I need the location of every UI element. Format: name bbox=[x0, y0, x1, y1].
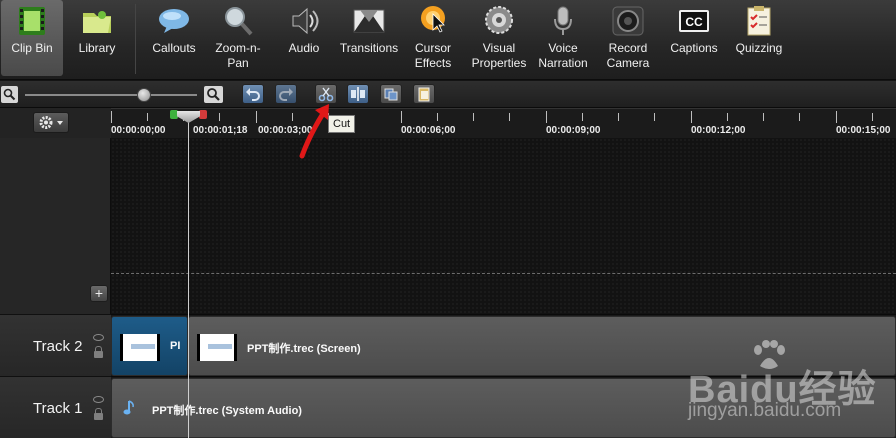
zoom-out-icon[interactable] bbox=[1, 86, 18, 103]
magnifier-icon bbox=[221, 4, 255, 38]
cursor-effects-button[interactable]: Cursor Effects bbox=[405, 0, 461, 76]
drop-zone-divider bbox=[111, 273, 896, 274]
lock-icon[interactable] bbox=[94, 346, 103, 358]
lock-icon[interactable] bbox=[94, 408, 103, 420]
clip-selected[interactable]: PI bbox=[111, 316, 188, 376]
tool-label-captions: Captions bbox=[670, 41, 718, 55]
voice-narration-button[interactable]: Voice Narration bbox=[532, 0, 594, 76]
svg-text:CC: CC bbox=[685, 15, 703, 29]
add-track-button[interactable]: + bbox=[90, 285, 108, 302]
camera-icon bbox=[611, 4, 645, 38]
track-name: Track 1 bbox=[33, 400, 83, 417]
speech-bubble-icon bbox=[157, 4, 191, 38]
tool-label-library: Library bbox=[78, 41, 116, 55]
captions-button[interactable]: CC Captions bbox=[664, 0, 724, 76]
checklist-icon bbox=[742, 4, 776, 38]
ruler-time-label: 00:00:00;00 bbox=[111, 125, 166, 136]
record-camera-button[interactable]: Record Camera bbox=[596, 0, 660, 76]
cursor-icon bbox=[416, 4, 450, 38]
microphone-icon bbox=[546, 4, 580, 38]
playhead-line bbox=[188, 120, 189, 438]
film-strip-icon bbox=[15, 4, 49, 38]
quizzing-button[interactable]: Quizzing bbox=[727, 0, 791, 76]
track-lane-track-2[interactable]: PI PPT制作.trec (Screen) bbox=[111, 314, 896, 376]
selection-end-handle[interactable] bbox=[199, 110, 207, 119]
visual-properties-button[interactable]: Visual Properties bbox=[465, 0, 533, 76]
tool-label-visual-properties: Visual Properties bbox=[471, 41, 527, 70]
speaker-icon bbox=[287, 4, 321, 38]
zoom-n-pan-button[interactable]: Zoom-n- Pan bbox=[207, 0, 269, 76]
library-button[interactable]: Library bbox=[66, 0, 128, 76]
clip-label: PPT制作.trec (Screen) bbox=[247, 343, 361, 355]
track-header-track-2[interactable]: Track 2 bbox=[0, 314, 111, 376]
tool-label-voice-narration: Voice Narration bbox=[538, 41, 588, 70]
folder-icon bbox=[80, 4, 114, 38]
callouts-button[interactable]: Callouts bbox=[142, 0, 206, 76]
annotation-arrow-icon bbox=[299, 104, 329, 159]
visibility-eye-icon[interactable] bbox=[93, 334, 104, 341]
timeline-settings-button[interactable] bbox=[33, 112, 69, 133]
copy-icon bbox=[384, 88, 398, 101]
tool-label-zoom-n-pan: Zoom-n- Pan bbox=[215, 41, 261, 70]
undo-icon bbox=[246, 88, 260, 101]
transition-icon bbox=[352, 4, 386, 38]
paste-button[interactable] bbox=[413, 84, 435, 104]
gear-wheel-icon bbox=[482, 4, 516, 38]
paste-icon bbox=[418, 87, 430, 102]
redo-icon bbox=[279, 88, 293, 101]
cc-icon: CC bbox=[677, 4, 711, 38]
tool-label-record-camera: Record Camera bbox=[606, 41, 650, 70]
toolbar-separator bbox=[135, 4, 136, 74]
clip-label: PI bbox=[170, 340, 181, 352]
split-icon bbox=[351, 87, 365, 101]
clip-audio[interactable]: PPT制作.trec (System Audio) bbox=[111, 378, 896, 438]
gear-icon bbox=[39, 116, 63, 129]
track-name: Track 2 bbox=[33, 338, 83, 355]
zoom-slider-track[interactable] bbox=[25, 94, 197, 96]
track-header-track-1[interactable]: Track 1 bbox=[0, 376, 111, 438]
ruler-time-label: 00:00:12;00 bbox=[691, 125, 746, 136]
zoom-slider-handle[interactable] bbox=[137, 88, 151, 102]
audio-button[interactable]: Audio bbox=[275, 0, 333, 76]
clip-thumbnail bbox=[197, 334, 237, 361]
timeline-toolbar bbox=[0, 81, 896, 108]
timeline-ruler[interactable]: 00:00:00;00 00:00:01;18 00:00:03;00 00:0… bbox=[111, 108, 896, 138]
tool-label-clip-bin: Clip Bin bbox=[11, 41, 53, 55]
clip-label: PPT制作.trec (System Audio) bbox=[152, 405, 302, 417]
transitions-button[interactable]: Transitions bbox=[334, 0, 404, 76]
tool-label-callouts: Callouts bbox=[152, 41, 196, 55]
redo-button[interactable] bbox=[275, 84, 297, 104]
plus-icon: + bbox=[94, 285, 104, 301]
clip-thumbnail bbox=[120, 334, 160, 361]
tool-label-cursor-effects: Cursor Effects bbox=[414, 41, 452, 70]
zoom-in-icon[interactable] bbox=[204, 86, 223, 103]
timeline-empty-area[interactable] bbox=[111, 138, 896, 314]
copy-button[interactable] bbox=[380, 84, 402, 104]
ruler-time-label: 00:00:09;00 bbox=[546, 125, 601, 136]
music-note-icon bbox=[123, 400, 134, 415]
main-toolbar: Clip Bin Library Callouts Zoom-n- Pan Au… bbox=[0, 0, 896, 80]
tool-label-quizzing: Quizzing bbox=[735, 41, 783, 55]
ruler-time-label: 00:00:01;18 bbox=[193, 125, 248, 136]
undo-button[interactable] bbox=[242, 84, 264, 104]
clip-screen[interactable]: PPT制作.trec (Screen) bbox=[188, 316, 896, 376]
ruler-time-label: 00:00:15;00 bbox=[836, 125, 891, 136]
selection-start-handle[interactable] bbox=[170, 110, 178, 119]
visibility-eye-icon[interactable] bbox=[93, 396, 104, 403]
split-button[interactable] bbox=[347, 84, 369, 104]
tool-label-audio: Audio bbox=[288, 41, 320, 55]
tool-label-transitions: Transitions bbox=[339, 41, 399, 55]
ruler-time-label: 00:00:06;00 bbox=[401, 125, 456, 136]
clip-bin-button[interactable]: Clip Bin bbox=[1, 0, 63, 76]
track-lane-track-1[interactable]: PPT制作.trec (System Audio) bbox=[111, 376, 896, 438]
